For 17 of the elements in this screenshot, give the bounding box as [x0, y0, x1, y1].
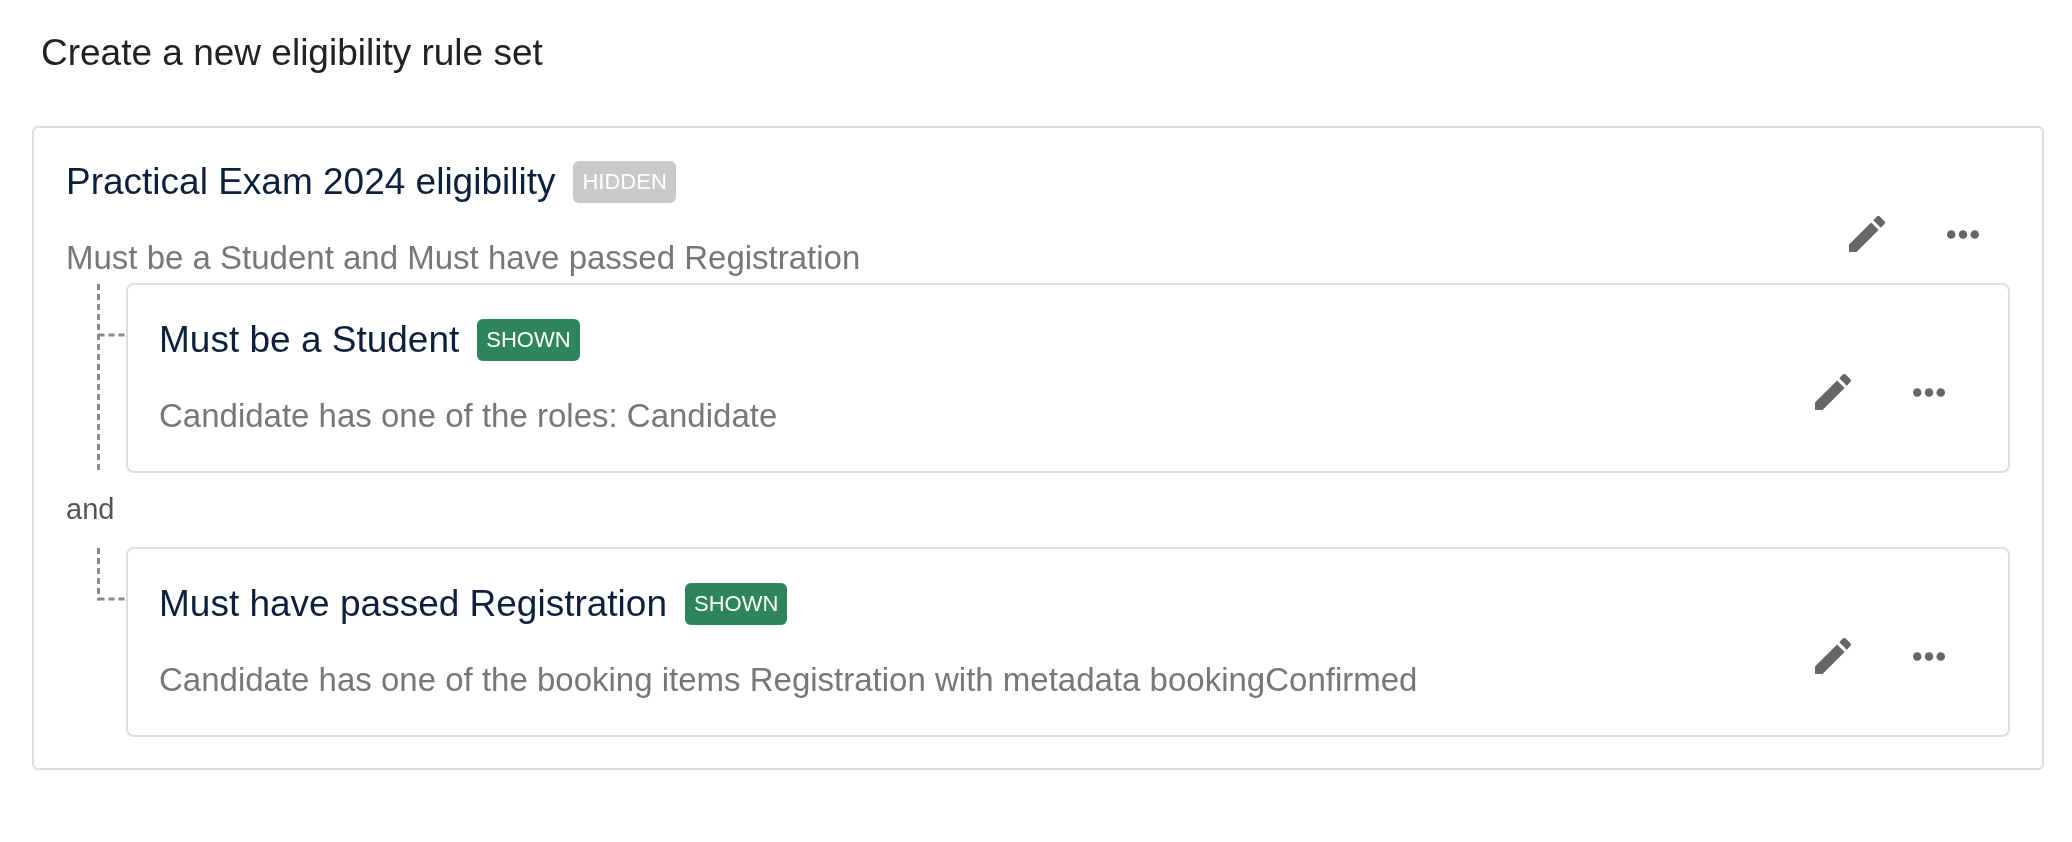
rule-title: Must have passed Registration: [159, 582, 667, 626]
status-badge: SHOWN: [685, 583, 788, 625]
more-icon: [1947, 229, 1979, 239]
tree-connector: [97, 547, 126, 601]
more-icon: [1913, 387, 1945, 397]
status-badge: SHOWN: [477, 319, 580, 361]
operator-label: and: [66, 492, 115, 527]
rule-description: Candidate has one of the booking items Registration with metadata bookingConfirmed: [159, 660, 1418, 700]
pencil-icon: [1849, 216, 1885, 252]
rule-set-summary: Must be a Student and Must have passed Registration: [66, 238, 861, 278]
rule-title: Must be a Student: [159, 318, 460, 362]
pencil-icon: [1815, 638, 1851, 674]
rule-description: Candidate has one of the roles: Candidate: [159, 396, 778, 436]
page-title: Create a new eligibility rule set: [41, 31, 543, 75]
pencil-icon: [1815, 374, 1851, 410]
rule-set-title: Practical Exam 2024 eligibility: [66, 160, 556, 204]
more-icon: [1913, 651, 1945, 661]
